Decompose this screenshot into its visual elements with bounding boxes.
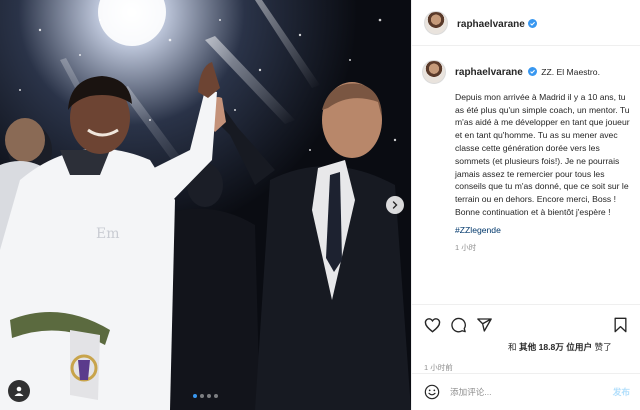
post-photo[interactable]: Em	[0, 0, 411, 410]
carousel-dot	[193, 394, 197, 398]
carousel-dot	[200, 394, 204, 398]
comment-input[interactable]	[448, 386, 613, 398]
post-comment-button[interactable]: 发布	[613, 386, 630, 398]
paper-plane-icon[interactable]	[476, 317, 493, 333]
heart-icon[interactable]	[424, 317, 441, 333]
header-username-wrap: raphaelvarane	[457, 14, 537, 32]
emoji-icon[interactable]	[424, 384, 440, 400]
hashtag-link[interactable]: #ZZlegende	[455, 224, 630, 237]
likes-others-link[interactable]: 其他 18.8万 位用户	[519, 342, 592, 352]
caption-area: raphaelvarane ZZ. El Maestro. Depuis mon…	[412, 46, 640, 304]
photo-scene: Em	[0, 0, 411, 410]
comment-icon[interactable]	[450, 317, 467, 333]
action-bar: 和 其他 18.8万 位用户 赞了 1 小时前	[412, 304, 640, 373]
post-side-panel: raphaelvarane raphaelvarane ZZ. El Maest…	[411, 0, 640, 410]
caption-first-line: raphaelvarane ZZ. El Maestro.	[455, 66, 630, 80]
caption-text: Depuis mon arrivée à Madrid il y a 10 an…	[455, 91, 630, 217]
caption-username[interactable]: raphaelvarane	[455, 67, 523, 78]
author-username[interactable]: raphaelvarane	[457, 19, 525, 30]
likes-line: 和 其他 18.8万 位用户 赞了	[412, 341, 640, 353]
caption-timestamp: 1 小时	[455, 242, 477, 252]
carousel-dots	[0, 394, 411, 398]
carousel-dot	[207, 394, 211, 398]
carousel-dot	[214, 394, 218, 398]
verified-badge-icon	[527, 67, 537, 76]
svg-text:Em: Em	[96, 226, 120, 242]
caption-body: raphaelvarane ZZ. El Maestro. Depuis mon…	[455, 60, 630, 254]
likes-prefix: 和	[508, 342, 517, 352]
action-icons	[412, 305, 640, 337]
verified-badge-icon	[527, 18, 537, 28]
post-timestamp[interactable]: 1 小时前	[412, 362, 640, 373]
caption-row: raphaelvarane ZZ. El Maestro. Depuis mon…	[412, 46, 640, 254]
chevron-right-icon	[392, 201, 398, 209]
instagram-post: Em raphaelvarane raphaelvarane ZZ. El Ma…	[0, 0, 640, 410]
author-avatar[interactable]	[424, 10, 448, 35]
caption-lead: ZZ. El Maestro.	[541, 67, 600, 77]
next-slide-button[interactable]	[386, 196, 404, 214]
likes-suffix: 赞了	[594, 342, 612, 352]
bookmark-icon[interactable]	[613, 317, 628, 333]
user-tag-button[interactable]	[8, 380, 30, 402]
post-header: raphaelvarane	[412, 0, 640, 46]
comment-box: 发布	[412, 373, 640, 410]
caption-avatar[interactable]	[422, 60, 446, 84]
